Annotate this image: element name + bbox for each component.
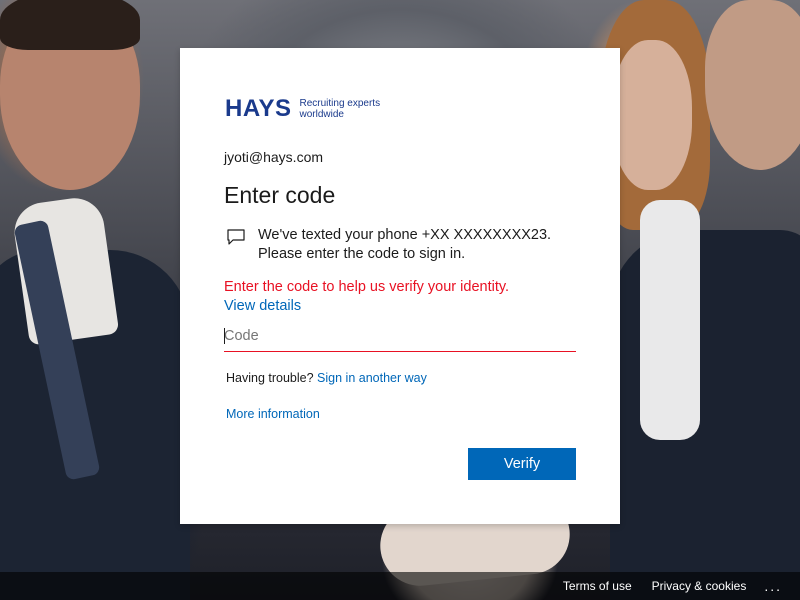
error-message: Enter the code to help us verify your id… <box>224 279 510 295</box>
sms-notice-line1: We've texted your phone +XX XXXXXXXX23. <box>258 227 552 243</box>
background-person-right-face <box>705 0 800 170</box>
sms-notice-text: We've texted your phone +XX XXXXXXXX23. … <box>258 226 551 264</box>
logo-tagline-line2: worldwide <box>299 109 344 120</box>
verify-button[interactable]: Verify <box>468 448 576 480</box>
background-person-right-shirt <box>640 200 700 440</box>
logo-tagline-line1: Recruiting experts <box>299 98 381 109</box>
terms-of-use-link[interactable]: Terms of use <box>563 579 632 593</box>
sign-in-another-way-link[interactable]: Sign in another way <box>317 371 427 385</box>
footer: Terms of use Privacy & cookies ... <box>0 572 800 600</box>
privacy-cookies-link[interactable]: Privacy & cookies <box>652 579 747 593</box>
background-person-left-hair <box>0 0 140 50</box>
code-field-wrapper <box>224 321 576 352</box>
trouble-prefix: Having trouble? <box>226 371 314 385</box>
sign-in-card: HAYS Recruiting experts worldwide jyoti@… <box>180 48 620 524</box>
sms-notice: We've texted your phone +XX XXXXXXXX23. … <box>226 226 551 264</box>
company-logo: HAYS Recruiting experts worldwide <box>225 95 389 122</box>
sms-message-icon <box>226 228 246 246</box>
trouble-row: Having trouble? Sign in another way <box>226 371 427 385</box>
sms-notice-line2: Please enter the code to sign in. <box>258 246 466 262</box>
view-details-link[interactable]: View details <box>224 298 301 314</box>
background-person-right-suit <box>610 230 800 600</box>
logo-tagline: Recruiting experts worldwide <box>299 98 389 120</box>
logo-brand: HAYS <box>225 95 292 122</box>
page-title: Enter code <box>224 182 336 208</box>
text-caret <box>224 328 225 344</box>
background-person-woman-face <box>612 40 692 190</box>
more-information-link[interactable]: More information <box>226 407 320 421</box>
more-options-icon[interactable]: ... <box>764 578 782 594</box>
account-identity: jyoti@hays.com <box>224 149 324 165</box>
code-input[interactable] <box>224 321 576 351</box>
